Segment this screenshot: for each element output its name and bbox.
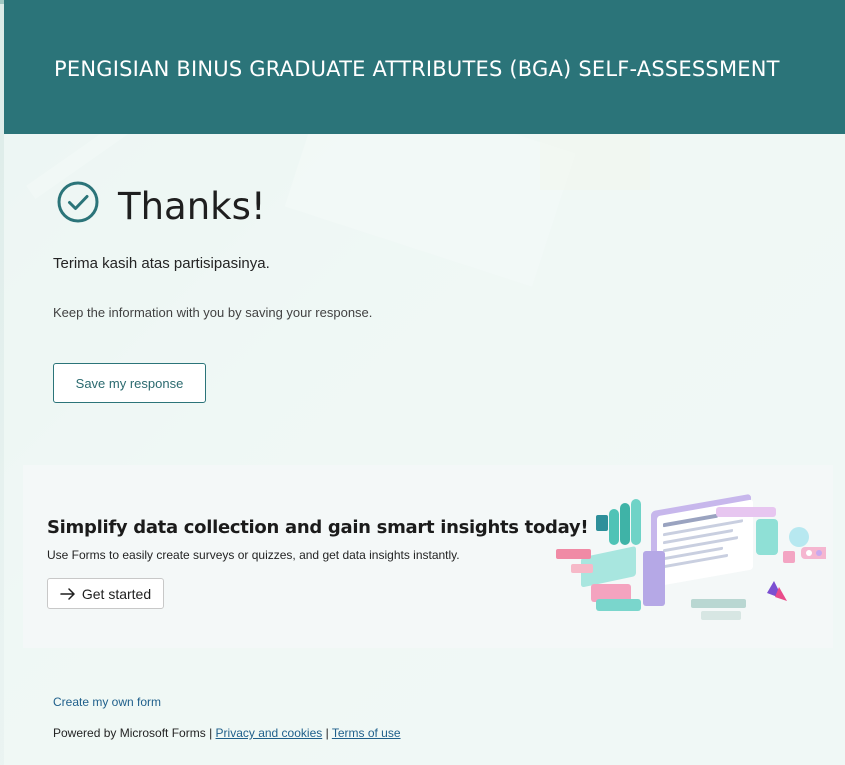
check-circle-icon (57, 181, 99, 223)
promo-subtitle: Use Forms to easily create surveys or qu… (47, 548, 460, 562)
save-response-button[interactable]: Save my response (53, 363, 206, 403)
create-form-link[interactable]: Create my own form (53, 695, 161, 709)
terms-link[interactable]: Terms of use (332, 726, 401, 740)
thanks-heading: Thanks! (118, 184, 266, 228)
powered-by-text: Powered by Microsoft Forms (53, 726, 206, 740)
footer-separator: | (209, 726, 213, 740)
promo-title: Simplify data collection and gain smart … (47, 517, 589, 538)
privacy-link[interactable]: Privacy and cookies (216, 726, 323, 740)
form-header: PENGISIAN BINUS GRADUATE ATTRIBUTES (BGA… (4, 0, 845, 134)
promo-banner: Simplify data collection and gain smart … (23, 465, 833, 648)
arrow-right-icon (60, 587, 75, 600)
get-started-label: Get started (81, 585, 152, 602)
thanks-row: Thanks! (56, 180, 266, 228)
thanks-message: Terima kasih atas partisipasinya. (53, 255, 270, 272)
footer-powered-by: Powered by Microsoft Forms | Privacy and… (53, 726, 401, 740)
footer-separator: | (325, 726, 329, 740)
keep-info-text: Keep the information with you by saving … (53, 305, 373, 320)
get-started-button[interactable]: Get started (47, 578, 164, 609)
forms-illustration (556, 494, 826, 620)
form-title: PENGISIAN BINUS GRADUATE ATTRIBUTES (BGA… (54, 57, 780, 81)
